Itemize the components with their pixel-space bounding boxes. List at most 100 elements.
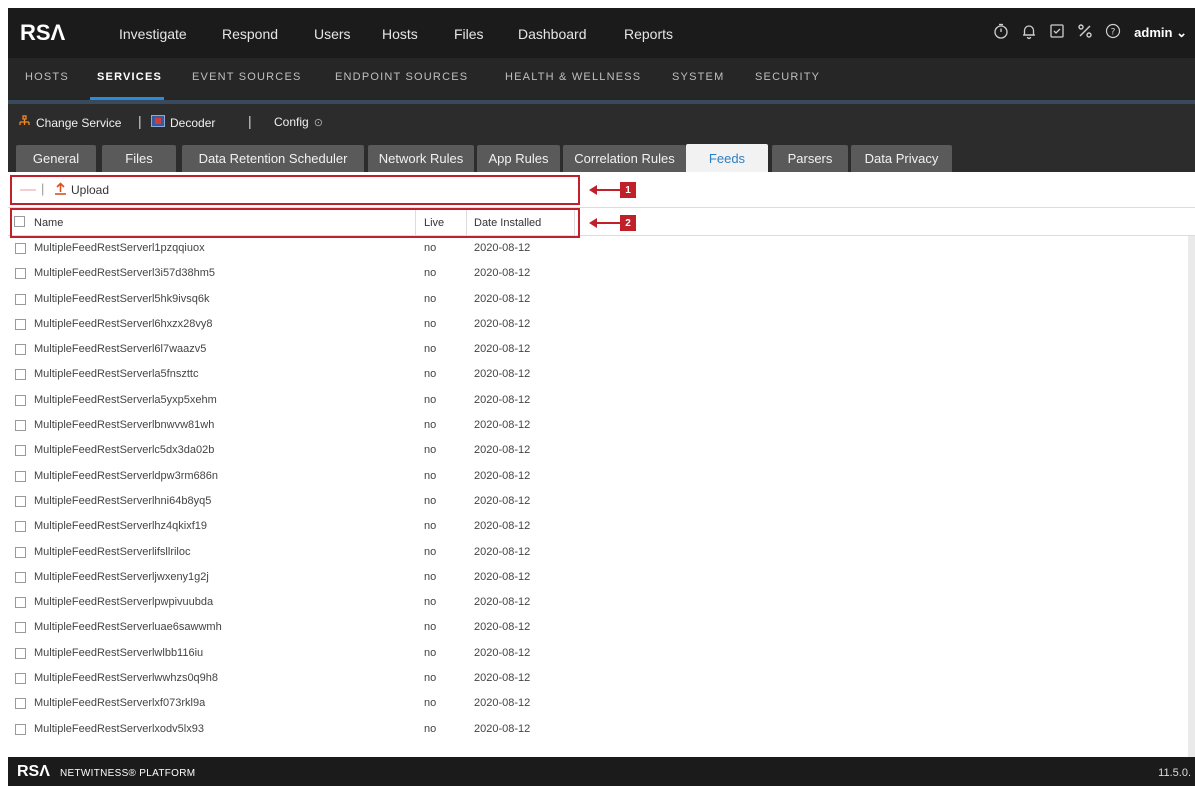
table-row[interactable]: MultipleFeedRestServerluae6sawwmh no 2020-… bbox=[8, 615, 1188, 640]
change-service-label: Change Service bbox=[36, 116, 122, 130]
tab-data-retention-scheduler[interactable]: Data Retention Scheduler bbox=[182, 145, 364, 172]
feed-live: no bbox=[424, 317, 437, 330]
version-label: 11.5.0. bbox=[1158, 767, 1191, 779]
subnav-event-sources[interactable]: EVENT SOURCES bbox=[192, 71, 302, 83]
row-checkbox[interactable] bbox=[15, 445, 26, 457]
row-checkbox[interactable] bbox=[15, 673, 26, 685]
row-checkbox[interactable] bbox=[15, 243, 26, 254]
row-checkbox[interactable] bbox=[15, 597, 26, 609]
feed-name: MultipleFeedRestServerlpwpivuubda bbox=[34, 596, 214, 609]
row-checkbox[interactable] bbox=[15, 622, 26, 634]
feed-name: MultipleFeedRestServerlbnwvw81wh bbox=[34, 419, 215, 432]
table-row[interactable]: MultipleFeedRestServerldpw3rm686n no 2020-… bbox=[8, 464, 1188, 489]
subnav-services[interactable]: SERVICES bbox=[97, 71, 162, 83]
toolbar-divider: | bbox=[138, 113, 142, 129]
tab-feeds[interactable]: Feeds bbox=[686, 144, 768, 172]
change-service-button[interactable]: Change Service bbox=[18, 115, 121, 131]
footer-logo: RSΛ bbox=[17, 763, 50, 780]
help-icon[interactable]: ? bbox=[1104, 22, 1122, 43]
row-checkbox[interactable] bbox=[15, 268, 26, 280]
row-checkbox[interactable] bbox=[15, 698, 26, 710]
row-checkbox[interactable] bbox=[15, 394, 26, 406]
feed-date: 2020-08-12 bbox=[474, 697, 531, 710]
bell-icon[interactable] bbox=[1020, 22, 1038, 43]
row-checkbox[interactable] bbox=[15, 647, 26, 659]
tab-network-rules[interactable]: Network Rules bbox=[368, 145, 474, 172]
subnav-health-wellness[interactable]: HEALTH & WELLNESS bbox=[505, 71, 641, 83]
tab-correlation-rules[interactable]: Correlation Rules bbox=[563, 145, 686, 172]
sub-nav: HOSTS SERVICES EVENT SOURCES ENDPOINT SO… bbox=[8, 58, 1195, 100]
table-row[interactable]: MultipleFeedRestServerl5hk9ivsq6k no 2020-… bbox=[8, 287, 1188, 312]
row-checkbox[interactable] bbox=[15, 344, 26, 356]
table-row[interactable]: MultipleFeedRestServerlxf073rkl9a no 2020-… bbox=[8, 691, 1188, 716]
row-checkbox[interactable] bbox=[15, 470, 26, 482]
nav-files[interactable]: Files bbox=[454, 26, 484, 42]
row-checkbox[interactable] bbox=[15, 318, 26, 330]
feed-live: no bbox=[424, 419, 437, 432]
nav-users[interactable]: Users bbox=[314, 26, 351, 42]
nav-dashboard[interactable]: Dashboard bbox=[518, 26, 587, 42]
table-row[interactable]: MultipleFeedRestServerlxodv5lx93 no 2020-0… bbox=[8, 717, 1188, 742]
feed-date: 2020-08-12 bbox=[474, 722, 531, 735]
rsa-logo[interactable]: RSΛ bbox=[20, 20, 65, 46]
callout-box-1 bbox=[10, 175, 580, 205]
subnav-system[interactable]: SYSTEM bbox=[672, 71, 724, 83]
table-row[interactable]: MultipleFeedRestServerl1pzqqiuox no 2020-0… bbox=[8, 236, 1188, 261]
feed-live: no bbox=[424, 292, 437, 305]
row-checkbox[interactable] bbox=[15, 571, 26, 583]
row-checkbox[interactable] bbox=[15, 420, 26, 432]
config-dropdown[interactable]: Config ⊙ bbox=[274, 115, 323, 129]
feed-name: MultipleFeedRestServerl5hk9ivsq6k bbox=[34, 292, 210, 305]
subnav-hosts[interactable]: HOSTS bbox=[25, 71, 69, 83]
feed-live: no bbox=[424, 596, 437, 609]
feed-name: MultipleFeedRestServerl6l7waazv5 bbox=[34, 343, 207, 356]
table-row[interactable]: MultipleFeedRestServerlpwpivuubda no 2020-… bbox=[8, 590, 1188, 615]
row-checkbox[interactable] bbox=[15, 521, 26, 533]
table-row[interactable]: MultipleFeedRestServerl6l7waazv5 no 2020-0… bbox=[8, 337, 1188, 362]
scrollbar[interactable] bbox=[1188, 236, 1195, 757]
feed-date: 2020-08-12 bbox=[474, 570, 531, 583]
feed-name: MultipleFeedRestServerljwxeny1g2j bbox=[34, 570, 209, 583]
table-row[interactable]: MultipleFeedRestServerlwwhzs0q9h8 no 2020-… bbox=[8, 666, 1188, 691]
table-row[interactable]: MultipleFeedRestServerlbnwvw81wh no 2020-0… bbox=[8, 413, 1188, 438]
clipboard-icon[interactable] bbox=[1048, 22, 1066, 43]
tab-general[interactable]: General bbox=[16, 145, 96, 172]
stopwatch-icon[interactable] bbox=[992, 22, 1010, 43]
row-checkbox[interactable] bbox=[15, 293, 26, 305]
tab-parsers[interactable]: Parsers bbox=[772, 145, 848, 172]
feed-date: 2020-08-12 bbox=[474, 545, 531, 558]
table-row[interactable]: MultipleFeedRestServerljwxeny1g2j no 2020-… bbox=[8, 565, 1188, 590]
table-row[interactable]: MultipleFeedRestServerl6hxzx28vy8 no 2020-… bbox=[8, 312, 1188, 337]
nav-hosts[interactable]: Hosts bbox=[382, 26, 418, 42]
row-checkbox[interactable] bbox=[15, 723, 26, 735]
table-row[interactable]: MultipleFeedRestServerlhz4qkixf19 no 2020-… bbox=[8, 514, 1188, 539]
callout-line-2 bbox=[594, 222, 620, 224]
subnav-security[interactable]: SECURITY bbox=[755, 71, 820, 83]
subnav-endpoint-sources[interactable]: ENDPOINT SOURCES bbox=[335, 71, 468, 83]
tools-icon[interactable] bbox=[1076, 22, 1094, 43]
feed-name: MultipleFeedRestServerldpw3rm686n bbox=[34, 469, 219, 482]
feed-name: MultipleFeedRestServerla5yxp5xehm bbox=[34, 393, 217, 406]
row-checkbox[interactable] bbox=[15, 495, 26, 507]
row-checkbox[interactable] bbox=[15, 369, 26, 381]
table-row[interactable]: MultipleFeedRestServerla5fnszttc no 2020-0… bbox=[8, 362, 1188, 387]
feed-date: 2020-08-12 bbox=[474, 393, 531, 406]
feed-name: MultipleFeedRestServerlifsllriloc bbox=[34, 545, 191, 558]
decoder-button[interactable]: Decoder bbox=[151, 115, 215, 130]
row-checkbox[interactable] bbox=[15, 546, 26, 558]
user-menu[interactable]: admin ⌄ bbox=[1134, 25, 1187, 41]
nav-respond[interactable]: Respond bbox=[222, 26, 278, 42]
nav-investigate[interactable]: Investigate bbox=[119, 26, 187, 42]
feed-live: no bbox=[424, 722, 437, 735]
table-row[interactable]: MultipleFeedRestServerl3i57d38hm5 no 2020-… bbox=[8, 261, 1188, 286]
nav-reports[interactable]: Reports bbox=[624, 26, 673, 42]
table-row[interactable]: MultipleFeedRestServerlhni64b8yq5 no 2020-… bbox=[8, 489, 1188, 514]
table-row[interactable]: MultipleFeedRestServerlc5dx3da02b no 2020-… bbox=[8, 438, 1188, 463]
table-row[interactable]: MultipleFeedRestServerla5yxp5xehm no 2020-… bbox=[8, 388, 1188, 413]
top-nav: RSΛ Investigate Respond Users Hosts File… bbox=[8, 8, 1195, 58]
tab-app-rules[interactable]: App Rules bbox=[477, 145, 560, 172]
tab-data-privacy[interactable]: Data Privacy bbox=[851, 145, 952, 172]
tab-files[interactable]: Files bbox=[102, 145, 176, 172]
table-row[interactable]: MultipleFeedRestServerlwlbb116iu no 2020-0… bbox=[8, 641, 1188, 666]
table-row[interactable]: MultipleFeedRestServerlifsllriloc no 2020-… bbox=[8, 540, 1188, 565]
